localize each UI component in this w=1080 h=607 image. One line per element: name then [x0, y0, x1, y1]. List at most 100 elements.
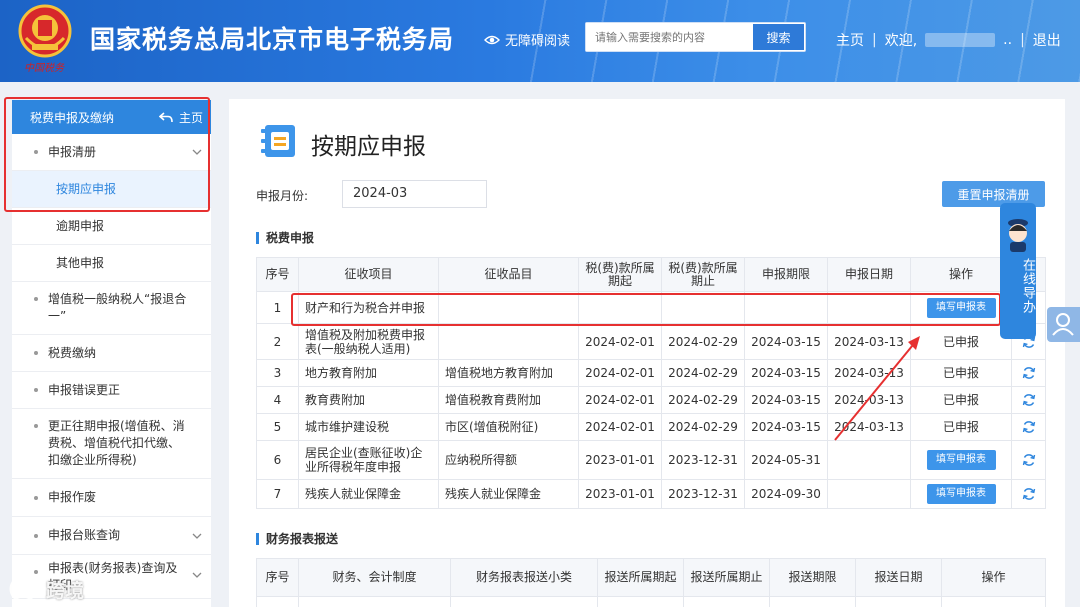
- cell-date: [827, 291, 911, 324]
- cell-no: 6: [256, 440, 299, 480]
- assistant-avatar-icon: [1008, 219, 1028, 252]
- period-month-field[interactable]: 2024-03: [342, 180, 487, 208]
- column-header: 税(费)款所属期止: [661, 257, 745, 292]
- status-text: 已申报: [942, 366, 979, 380]
- bullet-icon: [34, 297, 38, 301]
- sidebar-item-label: 申报错误更正: [48, 382, 121, 397]
- column-header: 报送所属期起: [597, 558, 684, 597]
- logout-link[interactable]: 退出: [1033, 30, 1061, 50]
- column-header: 税(费)款所属期起: [578, 257, 662, 292]
- cell-no: 4: [256, 386, 299, 414]
- bullet-icon: [34, 150, 38, 154]
- sidebar-item-vat-refund[interactable]: 增值税一般纳税人“报退合一”: [12, 282, 211, 335]
- annotation-arrow-icon: [834, 336, 920, 441]
- cell-start: 2023-01-01: [578, 440, 662, 480]
- financial-report-table: 序号 财务、会计制度 财务报表报送小类 报送所属期起 报送所属期止 报送期限 报…: [256, 558, 1046, 607]
- chevron-down-icon: [192, 572, 202, 578]
- sidebar-item-overdue-filing[interactable]: 逾期申报: [12, 208, 211, 245]
- sidebar-item-error-correction[interactable]: 申报错误更正: [12, 372, 211, 409]
- emblem-script: 中国税务: [24, 63, 64, 74]
- cell-end: 2024-02-29: [661, 386, 745, 414]
- search-input[interactable]: [586, 23, 752, 51]
- cell-sub: 增值税教育费附加: [438, 386, 579, 414]
- online-guide-widget[interactable]: 在线导办: [1000, 203, 1036, 339]
- column-header: 操作: [941, 558, 1046, 597]
- cell-refresh: [1011, 359, 1046, 387]
- column-header: 序号: [256, 558, 299, 597]
- cell-start: 2024-02-01: [578, 386, 662, 414]
- refresh-icon[interactable]: [1022, 366, 1036, 380]
- cell-item: 增值税及附加税费申报表(一般纳税人适用): [298, 323, 439, 360]
- section-title-tax-filing: 税费申报: [256, 232, 314, 244]
- cell-start: 2024-02-01: [578, 323, 662, 360]
- table-row: 7 残疾人就业保障金 残疾人就业保障金 2023-01-01 2023-12-31 202…: [256, 479, 1046, 509]
- sidebar-item-report-print[interactable]: 申报表(财务报表)查询及打印: [12, 555, 211, 599]
- cell-end: [661, 291, 745, 324]
- cell-item: 残疾人就业保障金: [298, 479, 439, 509]
- accessibility-link[interactable]: 无障碍阅读: [484, 30, 570, 49]
- cell-date: [827, 479, 911, 509]
- main-panel: 按期应申报 申报月份: 2024-03 重置申报清册 税费申报 序号 征收项目 …: [229, 99, 1065, 607]
- sidebar-home-link[interactable]: 主页: [158, 109, 203, 126]
- sidebar-item-label: 增值税一般纳税人“报退合一”: [48, 292, 187, 323]
- sidebar-item-label: 按期应申报: [56, 181, 117, 196]
- sidebar-item-label: 申报作废: [48, 490, 97, 504]
- column-header: 报送所属期止: [683, 558, 770, 597]
- cell-deadline: 2024-03-15: [744, 323, 828, 360]
- sidebar-item-label: 申报清册: [48, 144, 97, 159]
- fill-form-button[interactable]: 填写申报表: [926, 484, 996, 504]
- refresh-icon[interactable]: [1022, 393, 1036, 407]
- bullet-icon: [34, 533, 38, 538]
- tax-emblem-icon: [18, 4, 72, 58]
- table-row: [256, 596, 1046, 607]
- column-header: 报送期限: [769, 558, 856, 597]
- table-row: 1 财产和行为税合并申报 填写申报表: [256, 291, 1046, 324]
- period-label: 申报月份:: [256, 189, 309, 203]
- sidebar-item-label: 更正往期申报(增值税、消费税、增值税代扣代缴、扣缴企业所得税): [48, 419, 185, 467]
- cell-start: 2024-02-01: [578, 359, 662, 387]
- sidebar-item-label: 逾期申报: [56, 218, 105, 233]
- sidebar-item-tax-payment[interactable]: 税费缴纳: [12, 335, 211, 372]
- fill-form-button[interactable]: 填写申报表: [926, 450, 996, 470]
- search-button[interactable]: 搜索: [752, 23, 805, 51]
- fill-form-button[interactable]: 填写申报表: [926, 297, 996, 318]
- bullet-icon: [34, 424, 38, 428]
- sidebar-item-other-filing[interactable]: 其他申报: [12, 245, 211, 282]
- site-title: 国家税务总局北京市电子税务局: [90, 25, 455, 54]
- sidebar-item-periodic-filing[interactable]: 按期应申报: [12, 171, 211, 208]
- table-header-row: 序号 征收项目 征收品目 税(费)款所属期起 税(费)款所属期止 申报期限 申报…: [256, 257, 1046, 292]
- user-service-tab[interactable]: [1047, 307, 1080, 342]
- column-header: 序号: [256, 257, 299, 292]
- sidebar-item-past-correction[interactable]: 更正往期申报(增值税、消费税、增值税代扣代缴、扣缴企业所得税): [12, 409, 211, 479]
- home-link[interactable]: 主页: [836, 30, 864, 50]
- cell-item: 财产和行为税合并申报: [298, 291, 439, 324]
- cell-start: 2024-02-01: [578, 413, 662, 441]
- chevron-down-icon: [192, 533, 202, 539]
- sidebar-item-void-filing[interactable]: 申报作废: [12, 479, 211, 517]
- sidebar-item-filing-list[interactable]: 申报清册: [12, 134, 211, 171]
- cell-end: 2024-02-29: [661, 359, 745, 387]
- assistant-label: 在线导办: [1020, 258, 1035, 314]
- refresh-icon[interactable]: [1022, 487, 1036, 501]
- sidebar-item-label: 申报台账查询: [48, 528, 121, 542]
- cell-sub: 残疾人就业保障金: [438, 479, 579, 509]
- chevron-down-icon: [192, 149, 202, 155]
- cell-deadline: 2024-03-15: [744, 413, 828, 441]
- sidebar-item-ledger-query[interactable]: 申报台账查询: [12, 517, 211, 555]
- cell-sub: 增值税地方教育附加: [438, 359, 579, 387]
- cell-op: 填写申报表: [910, 291, 1012, 324]
- bullet-icon: [34, 570, 38, 574]
- refresh-icon[interactable]: [1022, 420, 1036, 434]
- bullet-icon: [34, 388, 38, 392]
- table-header-row: 序号 财务、会计制度 财务报表报送小类 报送所属期起 报送所属期止 报送期限 报…: [256, 558, 1046, 597]
- user-icon: [1052, 313, 1074, 336]
- refresh-icon[interactable]: [1022, 453, 1036, 467]
- column-header: 财务报表报送小类: [450, 558, 598, 597]
- cell-sub: [438, 291, 579, 324]
- cell-item: 城市维护建设税: [298, 413, 439, 441]
- cell-deadline: 2024-03-15: [744, 359, 828, 387]
- cell-deadline: 2024-05-31: [744, 440, 828, 480]
- cell-sub: 市区(增值税附征): [438, 413, 579, 441]
- sidebar-item-label: 申报表(财务报表)查询及打印: [48, 560, 178, 592]
- cell-no: 7: [256, 479, 299, 509]
